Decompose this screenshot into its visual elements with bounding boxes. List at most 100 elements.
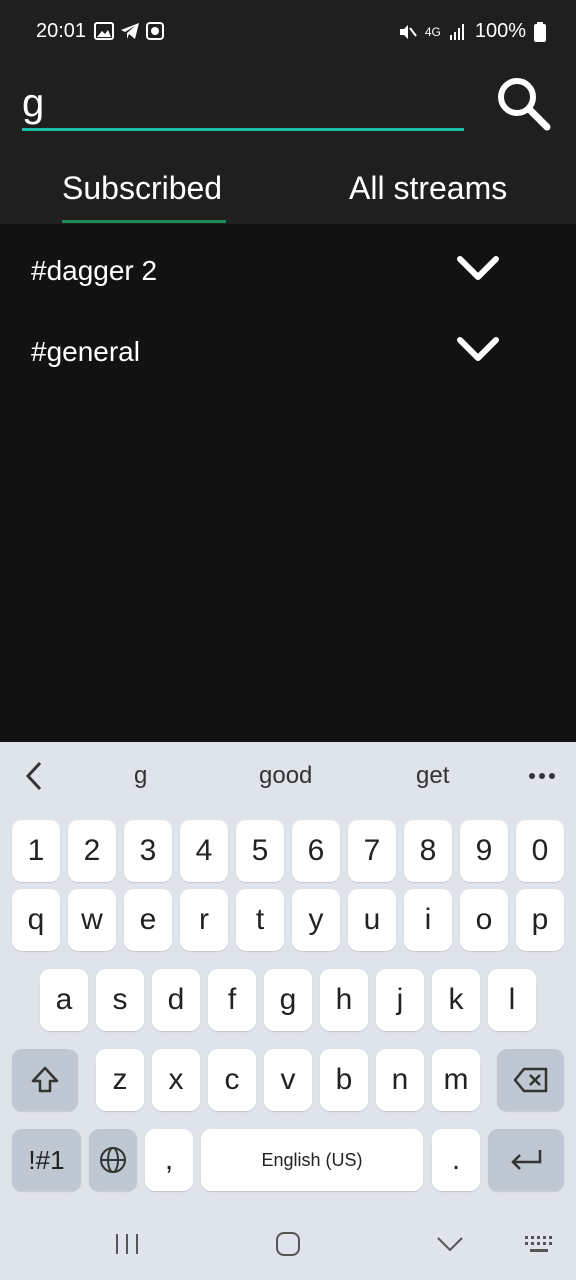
back-chevron-icon[interactable]	[436, 1236, 464, 1252]
key-label: 9	[475, 834, 493, 867]
key-s[interactable]: s	[96, 969, 144, 1031]
key-label: d	[167, 983, 185, 1016]
stream-row-general[interactable]: #general	[0, 310, 576, 390]
search-input[interactable]	[22, 78, 464, 131]
key-r[interactable]: r	[180, 889, 228, 951]
stream-list: #dagger 2 #general	[0, 224, 576, 744]
search-button[interactable]	[488, 68, 558, 138]
key-4[interactable]: 4	[180, 820, 228, 882]
period-key[interactable]: .	[432, 1129, 480, 1191]
key-j[interactable]: j	[376, 969, 424, 1031]
telegram-icon	[121, 23, 139, 39]
key-label: s	[112, 983, 128, 1016]
key-3[interactable]: 3	[124, 820, 172, 882]
app-icon	[146, 22, 164, 40]
shift-icon	[31, 1066, 59, 1093]
active-tab-indicator	[62, 220, 226, 223]
key-label: v	[280, 1063, 296, 1096]
key-i[interactable]: i	[404, 889, 452, 951]
status-bar: 20:01 4G 100%	[0, 0, 576, 64]
symbols-key[interactable]: !#1	[12, 1129, 81, 1191]
mute-icon	[399, 24, 417, 39]
shift-key[interactable]	[12, 1049, 78, 1111]
period-label: .	[451, 1143, 461, 1176]
key-label: y	[308, 903, 324, 936]
key-7[interactable]: 7	[348, 820, 396, 882]
key-c[interactable]: c	[208, 1049, 256, 1111]
status-time: 20:01	[36, 20, 87, 42]
search-icon	[498, 78, 551, 131]
tab-all-streams[interactable]: All streams	[349, 170, 507, 207]
key-label: c	[224, 1063, 240, 1096]
keyboard: g good get 1 2 3 4 5 6 7 8 9 0 q w e r t y u i o p a s d f g h j k l…	[0, 742, 576, 1280]
key-x[interactable]: x	[152, 1049, 200, 1111]
more-icon[interactable]	[528, 772, 556, 780]
keyboard-icon[interactable]	[524, 1234, 554, 1254]
key-6[interactable]: 6	[292, 820, 340, 882]
key-h[interactable]: h	[320, 969, 368, 1031]
stream-name: #dagger 2	[31, 255, 158, 286]
key-w[interactable]: w	[68, 889, 116, 951]
notification-icons	[94, 22, 164, 40]
key-label: 1	[27, 834, 45, 867]
suggestion-2[interactable]: good	[259, 762, 312, 790]
chevron-left-icon[interactable]	[22, 760, 46, 792]
key-f[interactable]: f	[208, 969, 256, 1031]
suggestion-1[interactable]: g	[134, 762, 147, 790]
key-l[interactable]: l	[488, 969, 536, 1031]
backspace-key[interactable]	[497, 1049, 564, 1111]
recent-apps-icon[interactable]	[114, 1232, 140, 1256]
home-icon[interactable]	[275, 1231, 301, 1257]
gallery-icon	[94, 22, 114, 40]
key-d[interactable]: d	[152, 969, 200, 1031]
key-label: 5	[251, 834, 269, 867]
key-q[interactable]: q	[12, 889, 60, 951]
key-label: o	[475, 903, 493, 936]
key-label: u	[363, 903, 381, 936]
chevron-down-icon[interactable]	[456, 334, 500, 364]
key-label: b	[335, 1063, 353, 1096]
comma-key[interactable]: ,	[145, 1129, 193, 1191]
space-key[interactable]: English (US)	[201, 1129, 423, 1191]
key-1[interactable]: 1	[12, 820, 60, 882]
key-a[interactable]: a	[40, 969, 88, 1031]
key-g[interactable]: g	[264, 969, 312, 1031]
key-8[interactable]: 8	[404, 820, 452, 882]
key-e[interactable]: e	[124, 889, 172, 951]
key-9[interactable]: 9	[460, 820, 508, 882]
key-label: q	[27, 903, 45, 936]
key-5[interactable]: 5	[236, 820, 284, 882]
enter-key[interactable]	[488, 1129, 564, 1191]
symbols-label: !#1	[28, 1144, 65, 1175]
key-t[interactable]: t	[236, 889, 284, 951]
tab-subscribed[interactable]: Subscribed	[62, 170, 222, 207]
key-label: 3	[139, 834, 157, 867]
key-label: n	[391, 1063, 409, 1096]
key-m[interactable]: m	[432, 1049, 480, 1111]
key-o[interactable]: o	[460, 889, 508, 951]
globe-icon	[100, 1147, 126, 1173]
key-label: j	[396, 983, 404, 1016]
key-label: 2	[83, 834, 101, 867]
stream-row-dagger-2[interactable]: #dagger 2	[0, 229, 576, 309]
key-label: i	[424, 903, 432, 936]
key-b[interactable]: b	[320, 1049, 368, 1111]
key-v[interactable]: v	[264, 1049, 312, 1111]
key-label: z	[112, 1063, 128, 1096]
key-n[interactable]: n	[376, 1049, 424, 1111]
key-2[interactable]: 2	[68, 820, 116, 882]
language-key[interactable]	[89, 1129, 137, 1191]
comma-label: ,	[164, 1143, 174, 1176]
key-p[interactable]: p	[516, 889, 564, 951]
key-0[interactable]: 0	[516, 820, 564, 882]
key-z[interactable]: z	[96, 1049, 144, 1111]
signal-icon	[449, 23, 464, 40]
backspace-icon	[513, 1067, 547, 1093]
enter-icon	[511, 1150, 542, 1170]
key-label: m	[443, 1063, 469, 1096]
key-k[interactable]: k	[432, 969, 480, 1031]
key-u[interactable]: u	[348, 889, 396, 951]
key-y[interactable]: y	[292, 889, 340, 951]
chevron-down-icon[interactable]	[456, 253, 500, 283]
suggestion-3[interactable]: get	[416, 762, 449, 790]
